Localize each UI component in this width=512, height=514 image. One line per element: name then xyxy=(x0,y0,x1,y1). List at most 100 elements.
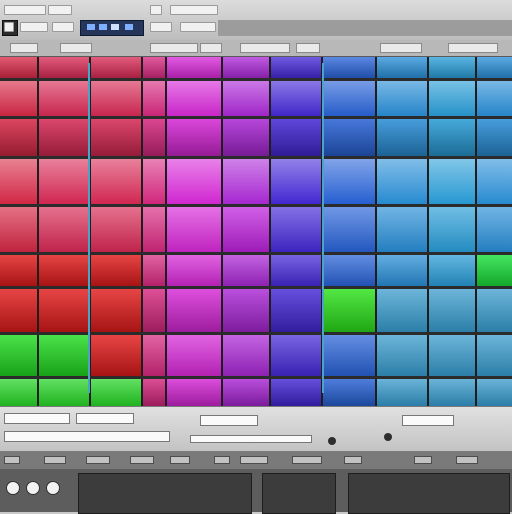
track-header-4[interactable] xyxy=(200,43,222,53)
clip-slot[interactable] xyxy=(322,205,376,253)
device-slot-5[interactable] xyxy=(170,456,190,464)
clip-slot[interactable] xyxy=(476,377,512,406)
clip-slot[interactable] xyxy=(270,333,322,377)
transport-scrubber[interactable] xyxy=(4,431,170,442)
clip-slot[interactable] xyxy=(142,287,166,333)
track-header-8[interactable] xyxy=(448,43,498,53)
clip-slot[interactable] xyxy=(38,117,90,157)
device-slot-11[interactable] xyxy=(456,456,478,464)
clip-slot[interactable] xyxy=(476,205,512,253)
clip-slot[interactable] xyxy=(428,79,476,117)
clip-slot[interactable] xyxy=(222,253,270,287)
clip-slot[interactable] xyxy=(0,157,38,205)
clip-slot[interactable] xyxy=(376,333,428,377)
clip-slot[interactable] xyxy=(476,287,512,333)
device-panel-2[interactable] xyxy=(262,473,336,514)
track-header-3[interactable] xyxy=(150,43,198,53)
track-header-1[interactable] xyxy=(10,43,38,53)
menu-field-2[interactable] xyxy=(48,5,72,15)
toolbar-field-c[interactable] xyxy=(150,22,172,32)
clip-slot[interactable] xyxy=(376,157,428,205)
device-slot-8[interactable] xyxy=(292,456,322,464)
clip-slot[interactable] xyxy=(376,287,428,333)
clip-slot[interactable] xyxy=(322,377,376,406)
clip-slot[interactable] xyxy=(476,157,512,205)
clip-slot[interactable] xyxy=(222,57,270,79)
clip-slot[interactable] xyxy=(90,205,142,253)
track-header-2[interactable] xyxy=(60,43,92,53)
menu-field-3[interactable] xyxy=(150,5,162,15)
track-header-7[interactable] xyxy=(380,43,422,53)
clip-slot[interactable] xyxy=(222,287,270,333)
device-panel-3[interactable] xyxy=(348,473,510,514)
clip-slot[interactable] xyxy=(428,205,476,253)
clip-slot[interactable] xyxy=(428,57,476,79)
clip-slot[interactable] xyxy=(90,57,142,79)
clip-slot[interactable] xyxy=(222,79,270,117)
clip-slot[interactable] xyxy=(90,253,142,287)
clip-slot[interactable] xyxy=(376,377,428,406)
clip-slot[interactable] xyxy=(476,253,512,287)
clip-slot[interactable] xyxy=(90,333,142,377)
clip-slot[interactable] xyxy=(90,287,142,333)
clip-slot[interactable] xyxy=(0,117,38,157)
clip-slot[interactable] xyxy=(166,377,222,406)
clip-slot[interactable] xyxy=(222,377,270,406)
clip-slot[interactable] xyxy=(0,287,38,333)
device-slot-9[interactable] xyxy=(344,456,362,464)
device-slot-7[interactable] xyxy=(240,456,268,464)
small-toggle[interactable] xyxy=(4,22,14,32)
record-icon[interactable] xyxy=(328,437,336,445)
clip-slot[interactable] xyxy=(322,57,376,79)
clip-slot[interactable] xyxy=(476,57,512,79)
clip-slot[interactable] xyxy=(90,117,142,157)
clip-slot[interactable] xyxy=(142,79,166,117)
clip-slot[interactable] xyxy=(222,333,270,377)
clip-slot[interactable] xyxy=(222,117,270,157)
device-slot-6[interactable] xyxy=(214,456,230,464)
clip-slot[interactable] xyxy=(376,57,428,79)
clip-slot[interactable] xyxy=(142,333,166,377)
clip-slot[interactable] xyxy=(222,157,270,205)
transport-field-1[interactable] xyxy=(4,413,70,424)
clip-slot[interactable] xyxy=(270,57,322,79)
menu-field-4[interactable] xyxy=(170,5,218,15)
clip-slot[interactable] xyxy=(376,117,428,157)
clip-slot[interactable] xyxy=(476,333,512,377)
clip-slot[interactable] xyxy=(90,377,142,406)
clip-slot[interactable] xyxy=(270,157,322,205)
menu-field-1[interactable] xyxy=(4,5,46,15)
clip-slot[interactable] xyxy=(428,287,476,333)
clip-slot[interactable] xyxy=(270,205,322,253)
toolbar-field-b[interactable] xyxy=(52,22,74,32)
clip-slot[interactable] xyxy=(38,287,90,333)
clip-slot[interactable] xyxy=(270,79,322,117)
clip-slot[interactable] xyxy=(428,157,476,205)
device-slot-10[interactable] xyxy=(414,456,432,464)
clip-slot[interactable] xyxy=(476,79,512,117)
clip-slot[interactable] xyxy=(428,333,476,377)
clip-slot[interactable] xyxy=(90,79,142,117)
clip-slot[interactable] xyxy=(166,57,222,79)
clip-slot[interactable] xyxy=(38,377,90,406)
clip-slot[interactable] xyxy=(0,79,38,117)
clip-slot[interactable] xyxy=(142,117,166,157)
clip-slot[interactable] xyxy=(322,287,376,333)
track-header-6[interactable] xyxy=(296,43,320,53)
device-slot-4[interactable] xyxy=(130,456,154,464)
round-button-icon[interactable] xyxy=(6,481,20,495)
clip-slot[interactable] xyxy=(428,117,476,157)
clip-slot[interactable] xyxy=(166,79,222,117)
track-header-5[interactable] xyxy=(240,43,290,53)
clip-slot[interactable] xyxy=(166,117,222,157)
clip-slot[interactable] xyxy=(38,57,90,79)
clip-slot[interactable] xyxy=(0,333,38,377)
clip-grid[interactable] xyxy=(0,57,512,406)
clip-slot[interactable] xyxy=(322,157,376,205)
clip-slot[interactable] xyxy=(142,377,166,406)
clip-slot[interactable] xyxy=(428,253,476,287)
clip-slot[interactable] xyxy=(90,157,142,205)
clip-slot[interactable] xyxy=(166,205,222,253)
clip-slot[interactable] xyxy=(38,253,90,287)
clip-slot[interactable] xyxy=(270,287,322,333)
